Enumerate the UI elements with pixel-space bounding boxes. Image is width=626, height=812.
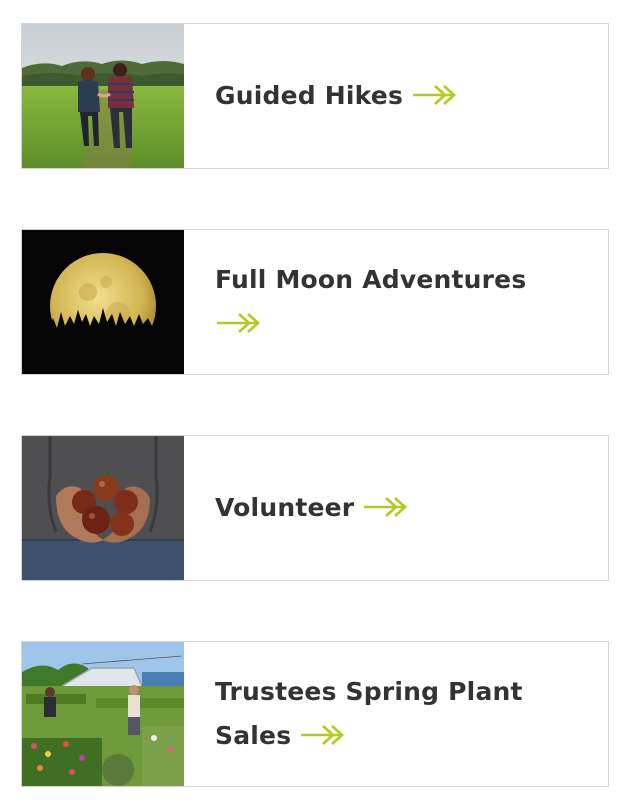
card-body: Volunteer	[184, 436, 608, 580]
program-card-list: Guided Hikes Full Moon Adventures Volunt…	[0, 0, 626, 812]
card-trustees-spring-plant-sales[interactable]: Trustees Spring Plant Sales	[21, 641, 609, 787]
hands-holding-tomatoes-photo[interactable]	[22, 436, 184, 580]
double-chevron-arrow-icon	[411, 84, 457, 106]
card-body: Guided Hikes	[184, 24, 608, 168]
plant-sale-greenhouse-photo[interactable]	[22, 642, 184, 786]
card-volunteer[interactable]: Volunteer	[21, 435, 609, 581]
card-title: Guided Hikes	[215, 74, 457, 118]
double-chevron-arrow-icon	[215, 312, 261, 334]
full-moon-over-trees-photo[interactable]	[22, 230, 184, 374]
double-chevron-arrow-icon	[362, 496, 408, 518]
couple-walking-field-photo[interactable]	[22, 24, 184, 168]
card-title: Trustees Spring Plant Sales	[215, 677, 523, 750]
card-full-moon-adventures[interactable]: Full Moon Adventures	[21, 229, 609, 375]
card-body: Trustees Spring Plant Sales	[184, 642, 608, 786]
card-title: Full Moon Adventures	[215, 258, 526, 346]
card-body: Full Moon Adventures	[184, 230, 608, 374]
card-guided-hikes[interactable]: Guided Hikes	[21, 23, 609, 169]
double-chevron-arrow-icon	[299, 724, 345, 746]
card-title: Volunteer	[215, 486, 408, 530]
